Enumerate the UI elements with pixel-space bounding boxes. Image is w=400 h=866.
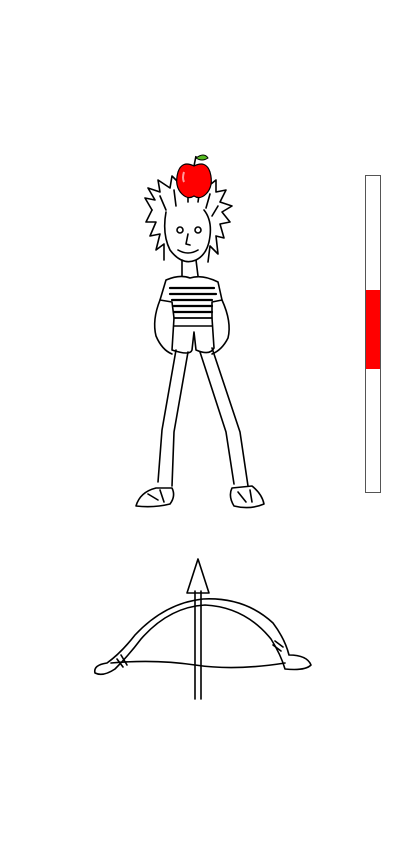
bow-and-arrow[interactable] [85, 555, 320, 705]
game-stage[interactable] [0, 0, 400, 866]
shorts [171, 317, 215, 354]
power-meter-fill [366, 289, 380, 369]
right-leg [199, 347, 249, 487]
power-meter [365, 175, 381, 493]
left-leg [157, 349, 189, 487]
apple-icon [176, 154, 212, 199]
target-person-drawing [135, 173, 265, 509]
bow-icon [93, 598, 312, 676]
arrow-icon [194, 590, 202, 700]
right-sandal [229, 485, 265, 509]
bow-string [110, 660, 286, 669]
